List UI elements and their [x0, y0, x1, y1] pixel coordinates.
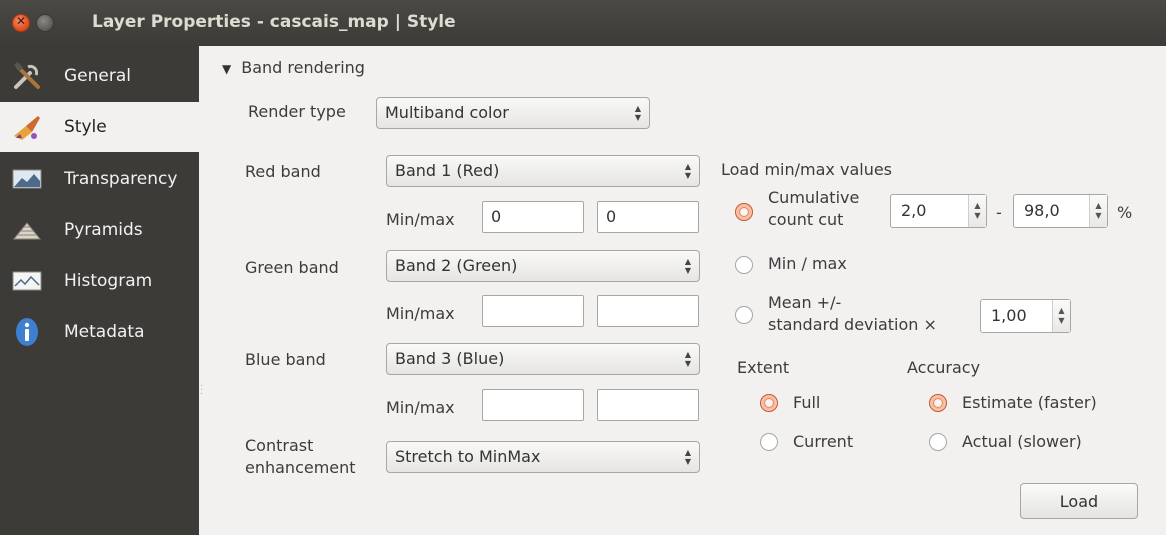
render-type-select[interactable]: Multiband color ▲ ▼	[376, 97, 650, 129]
accuracy-estimate-label: Estimate (faster)	[962, 393, 1097, 412]
combo-arrows-icon: ▲ ▼	[684, 257, 691, 275]
render-type-label: Render type	[248, 102, 346, 121]
sidebar-item-label: Transparency	[64, 169, 178, 189]
sidebar-item-transparency[interactable]: Transparency	[0, 154, 199, 204]
combo-arrows-icon: ▲ ▼	[684, 162, 691, 180]
red-band-label: Red band	[245, 162, 321, 181]
spin-arrows-icon[interactable]: ▲ ▼	[968, 195, 986, 227]
band-rendering-header[interactable]: ▼ Band rendering	[222, 58, 365, 77]
load-minmax-title: Load min/max values	[721, 160, 893, 179]
accuracy-actual-label: Actual (slower)	[962, 432, 1082, 451]
combo-arrows-icon: ▲ ▼	[634, 104, 641, 122]
green-band-label: Green band	[245, 258, 339, 277]
histogram-icon	[12, 271, 42, 291]
close-window-button[interactable]	[12, 14, 30, 32]
window-title: Layer Properties - cascais_map | Style	[92, 12, 456, 32]
sidebar-item-histogram[interactable]: Histogram	[0, 256, 199, 306]
blue-band-label: Blue band	[245, 350, 326, 369]
blue-minmax-label: Min/max	[386, 398, 455, 417]
extent-label: Extent	[737, 358, 790, 377]
blue-band-select[interactable]: Band 3 (Blue) ▲ ▼	[386, 343, 700, 375]
stddev-spinbox[interactable]: 1,00 ▲ ▼	[980, 299, 1071, 333]
blue-band-value: Band 3 (Blue)	[395, 349, 505, 368]
accuracy-actual-radio[interactable]	[929, 433, 947, 451]
cumulative-count-cut-radio[interactable]	[735, 203, 753, 221]
extent-full-label: Full	[793, 393, 821, 412]
cumulative-high-value: 98,0	[1024, 201, 1060, 220]
sidebar-item-pyramids[interactable]: Pyramids	[0, 205, 199, 255]
cumulative-label-line2: count cut	[768, 210, 844, 229]
cumulative-low-spinbox[interactable]: 2,0 ▲ ▼	[890, 194, 987, 228]
green-band-select[interactable]: Band 2 (Green) ▲ ▼	[386, 250, 700, 282]
sidebar-item-label: General	[64, 66, 131, 86]
min-max-label: Min / max	[768, 254, 847, 273]
sidebar-item-metadata[interactable]: Metadata	[0, 307, 199, 357]
accuracy-estimate-radio[interactable]	[929, 394, 947, 412]
spin-arrows-icon[interactable]: ▲ ▼	[1052, 300, 1070, 332]
blue-max-input[interactable]	[597, 389, 699, 421]
cumulative-low-value: 2,0	[901, 201, 927, 220]
red-max-input[interactable]: 0	[597, 201, 699, 233]
mean-label-line2: standard deviation ×	[768, 315, 937, 334]
extent-current-radio[interactable]	[760, 433, 778, 451]
title-bar: Layer Properties - cascais_map | Style	[0, 0, 1166, 46]
combo-arrows-icon: ▲ ▼	[684, 350, 691, 368]
percent-sign: %	[1117, 203, 1133, 222]
red-min-input[interactable]: 0	[482, 201, 584, 233]
minimize-window-button[interactable]	[36, 14, 54, 32]
sidebar-item-label: Pyramids	[64, 220, 143, 240]
contrast-label-line1: Contrast	[245, 436, 314, 455]
mean-label-line1: Mean +/-	[768, 293, 842, 312]
load-button[interactable]: Load	[1020, 483, 1138, 519]
sidebar-item-label: Style	[64, 117, 107, 137]
green-max-input[interactable]	[597, 295, 699, 327]
contrast-value: Stretch to MinMax	[395, 447, 541, 466]
contrast-label-line2: enhancement	[245, 458, 356, 477]
collapse-triangle-icon[interactable]: ▼	[222, 62, 231, 76]
contrast-enhancement-select[interactable]: Stretch to MinMax ▲ ▼	[386, 441, 700, 473]
stddev-value: 1,00	[991, 306, 1027, 325]
green-min-input[interactable]	[482, 295, 584, 327]
green-band-value: Band 2 (Green)	[395, 256, 518, 275]
sidebar-item-label: Metadata	[64, 322, 145, 342]
extent-full-radio[interactable]	[760, 394, 778, 412]
splitter-handle[interactable]: · · ·	[200, 382, 203, 400]
range-dash: -	[996, 203, 1002, 222]
sidebar: General Style Transparency Pyramids Hist…	[0, 46, 199, 535]
accuracy-label: Accuracy	[907, 358, 981, 377]
blue-min-input[interactable]	[482, 389, 584, 421]
cumulative-label-line1: Cumulative	[768, 188, 860, 207]
band-rendering-title: Band rendering	[241, 58, 365, 77]
info-icon	[16, 318, 38, 346]
red-band-select[interactable]: Band 1 (Red) ▲ ▼	[386, 155, 700, 187]
render-type-value: Multiband color	[385, 103, 509, 122]
sidebar-item-style[interactable]: Style	[0, 102, 199, 152]
sidebar-item-label: Histogram	[64, 271, 153, 291]
cumulative-high-spinbox[interactable]: 98,0 ▲ ▼	[1013, 194, 1108, 228]
extent-current-label: Current	[793, 432, 854, 451]
sidebar-item-general[interactable]: General	[0, 51, 199, 101]
pyramids-icon	[12, 222, 42, 240]
tools-icon	[14, 61, 40, 89]
min-max-radio[interactable]	[735, 256, 753, 274]
combo-arrows-icon: ▲ ▼	[684, 448, 691, 466]
red-band-value: Band 1 (Red)	[395, 161, 500, 180]
spin-arrows-icon[interactable]: ▲ ▼	[1089, 195, 1107, 227]
mean-stddev-radio[interactable]	[735, 306, 753, 324]
green-minmax-label: Min/max	[386, 304, 455, 323]
red-minmax-label: Min/max	[386, 210, 455, 229]
transparency-icon	[12, 169, 42, 189]
paintbrush-icon	[14, 116, 40, 140]
